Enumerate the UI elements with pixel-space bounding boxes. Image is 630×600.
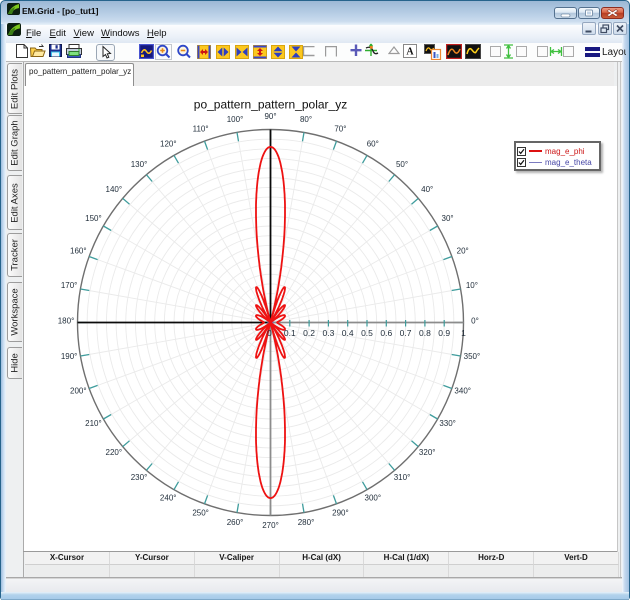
svg-text:330°: 330°	[439, 419, 456, 428]
svg-text:150°: 150°	[85, 214, 102, 223]
svg-text:1: 1	[461, 328, 466, 338]
svg-text:20°: 20°	[457, 247, 469, 256]
svg-text:80°: 80°	[300, 115, 312, 124]
svg-text:0.3: 0.3	[322, 328, 334, 338]
svg-text:180°: 180°	[58, 317, 75, 326]
svg-text:340°: 340°	[454, 386, 471, 395]
svg-text:0.6: 0.6	[380, 328, 392, 338]
svg-text:110°: 110°	[193, 124, 209, 133]
svg-text:320°: 320°	[419, 448, 436, 457]
svg-text:240°: 240°	[160, 494, 177, 503]
svg-text:250°: 250°	[192, 509, 209, 518]
svg-text:70°: 70°	[334, 124, 346, 133]
svg-text:310°: 310°	[394, 473, 411, 482]
svg-text:120°: 120°	[160, 139, 177, 148]
svg-text:A: A	[406, 47, 414, 58]
svg-text:0.7: 0.7	[400, 328, 412, 338]
svg-text:0°: 0°	[471, 317, 479, 326]
svg-text:0.4: 0.4	[342, 328, 354, 338]
svg-text:350°: 350°	[464, 352, 481, 361]
svg-text:290°: 290°	[332, 509, 349, 518]
svg-text:200°: 200°	[70, 386, 87, 395]
svg-text:140°: 140°	[106, 185, 123, 194]
svg-text:0.9: 0.9	[438, 328, 450, 338]
svg-text:0.5: 0.5	[361, 328, 373, 338]
svg-text:100°: 100°	[227, 115, 244, 124]
svg-text:40°: 40°	[421, 185, 433, 194]
svg-text:230°: 230°	[131, 473, 148, 482]
svg-text:10°: 10°	[466, 281, 478, 290]
svg-text:190°: 190°	[61, 352, 78, 361]
svg-text:270°: 270°	[262, 521, 279, 530]
svg-text:0.8: 0.8	[419, 328, 431, 338]
svg-text:50°: 50°	[396, 160, 408, 169]
svg-text:130°: 130°	[131, 160, 148, 169]
svg-text:po_pattern_pattern_polar_yz: po_pattern_pattern_polar_yz	[194, 98, 347, 112]
svg-text:30°: 30°	[442, 214, 454, 223]
svg-text:0.2: 0.2	[303, 328, 315, 338]
svg-text:300°: 300°	[365, 494, 382, 503]
svg-text:210°: 210°	[85, 419, 102, 428]
svg-text:0: 0	[267, 328, 272, 338]
svg-text:280°: 280°	[298, 518, 315, 527]
svg-text:170°: 170°	[61, 281, 78, 290]
svg-text:0.1: 0.1	[284, 328, 296, 338]
svg-text:160°: 160°	[70, 247, 87, 256]
svg-text:260°: 260°	[227, 518, 244, 527]
svg-text:60°: 60°	[367, 139, 379, 148]
svg-text:220°: 220°	[106, 448, 123, 457]
svg-text:90°: 90°	[264, 112, 276, 121]
